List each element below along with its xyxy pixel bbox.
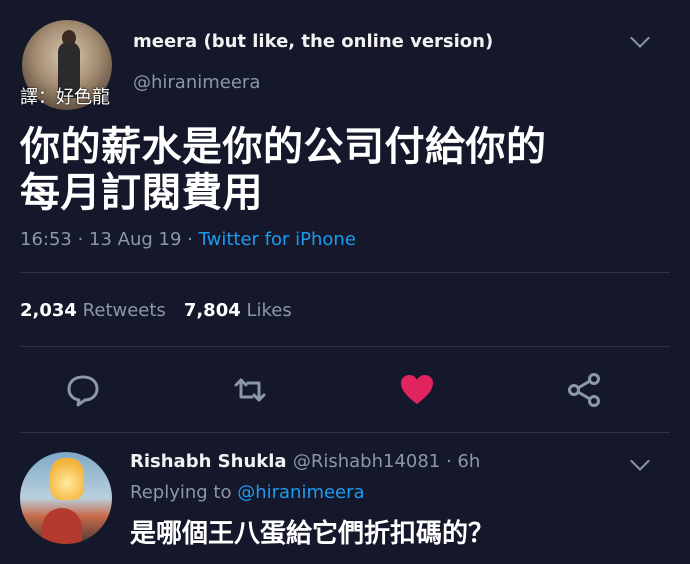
tweet-date[interactable]: 13 Aug 19 xyxy=(89,229,181,250)
retweet-icon[interactable] xyxy=(232,372,268,408)
likes-stat[interactable]: 7,804 Likes xyxy=(184,300,292,321)
tweet-text-line: 你的薪水是你的公司付給你的 xyxy=(20,124,547,170)
divider xyxy=(20,272,670,273)
tweet-time[interactable]: 16:53 xyxy=(20,229,72,250)
replying-to: Replying to @hiranimeera xyxy=(130,482,365,503)
tweet-text-line: 每月訂閱費用 xyxy=(20,170,263,216)
reply-author-avatar[interactable] xyxy=(20,452,112,544)
share-icon[interactable] xyxy=(566,372,602,408)
like-icon[interactable] xyxy=(399,372,435,408)
author-display-name[interactable]: meera (but like, the online version) xyxy=(133,31,493,52)
divider xyxy=(20,432,670,433)
replying-mention[interactable]: @hiranimeera xyxy=(237,482,364,503)
chevron-down-icon[interactable] xyxy=(630,28,650,48)
reply-text: 是哪個王八蛋給它們折扣碼的？ xyxy=(130,519,495,549)
reply-handle-time: @Rishabh14081 · 6h xyxy=(292,451,481,472)
chevron-down-icon[interactable] xyxy=(630,451,650,471)
tweet-stats: 2,034 Retweets 7,804 Likes xyxy=(20,300,292,321)
author-handle[interactable]: @hiranimeera xyxy=(133,72,260,93)
tweet-metadata: 16:53 · 13 Aug 19 · Twitter for iPhone xyxy=(20,229,356,250)
tweet-text: 你的薪水是你的公司付給你的 每月訂閱費用 xyxy=(20,124,670,216)
divider xyxy=(20,346,670,347)
retweets-stat[interactable]: 2,034 Retweets xyxy=(20,300,166,321)
translator-note: 譯：好色龍 xyxy=(20,87,110,108)
tweet-source[interactable]: Twitter for iPhone xyxy=(199,229,356,250)
reply-author-name[interactable]: Rishabh Shukla @Rishabh14081 · 6h xyxy=(130,451,480,472)
reply-icon[interactable] xyxy=(65,372,101,408)
